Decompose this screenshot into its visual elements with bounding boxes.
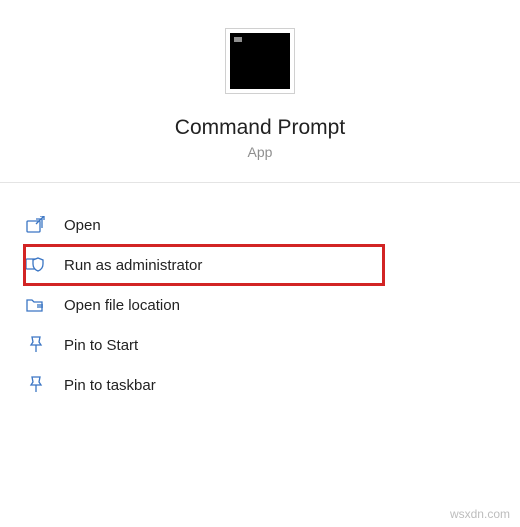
- actions-list: Open Run as administrator Open file loca…: [0, 183, 520, 405]
- watermark: wsxdn.com: [450, 507, 510, 521]
- folder-icon: [26, 296, 46, 314]
- run-as-administrator-action[interactable]: Run as administrator: [24, 245, 384, 285]
- open-file-location-action[interactable]: Open file location: [26, 285, 500, 325]
- app-header: Command Prompt App: [0, 0, 520, 182]
- cmd-prompt-icon: [225, 28, 295, 94]
- app-type-label: App: [248, 144, 273, 160]
- shield-icon: [26, 256, 46, 274]
- pin-to-taskbar-action[interactable]: Pin to taskbar: [26, 365, 500, 405]
- app-title: Command Prompt: [175, 116, 345, 140]
- pin-taskbar-icon: [26, 376, 46, 394]
- open-action[interactable]: Open: [26, 205, 500, 245]
- pin-to-start-action[interactable]: Pin to Start: [26, 325, 500, 365]
- run-as-administrator-label: Run as administrator: [64, 257, 202, 274]
- open-label: Open: [64, 217, 101, 234]
- pin-to-start-label: Pin to Start: [64, 337, 138, 354]
- pin-start-icon: [26, 336, 46, 354]
- open-file-location-label: Open file location: [64, 297, 180, 314]
- pin-to-taskbar-label: Pin to taskbar: [64, 377, 156, 394]
- open-icon: [26, 216, 46, 234]
